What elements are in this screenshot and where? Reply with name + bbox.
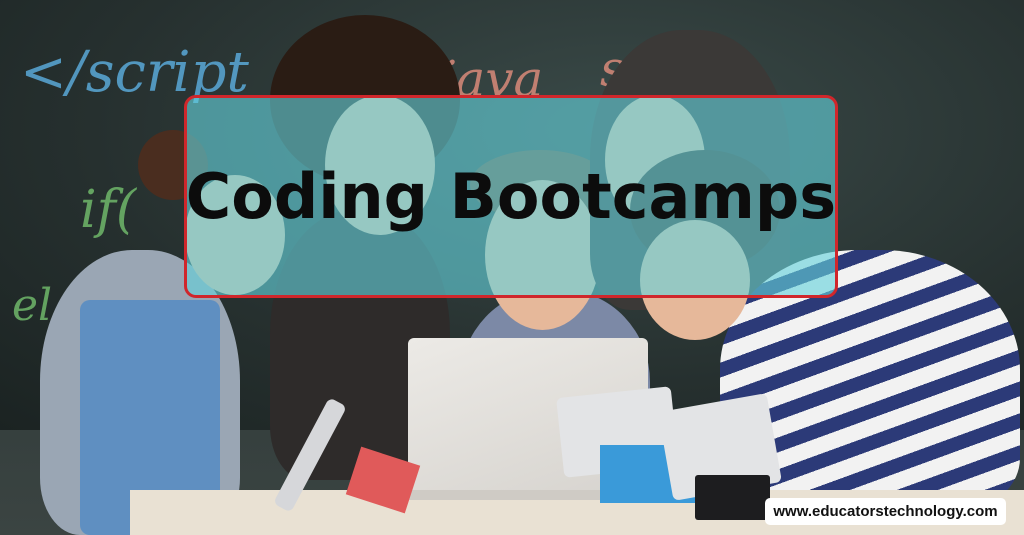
dark-device (695, 475, 770, 520)
page-title: Coding Bootcamps (185, 160, 837, 233)
chalk-el: el (12, 280, 53, 331)
banner-image: </script java script if( el Coding Bootc… (0, 0, 1024, 535)
chalk-if: if( (80, 180, 137, 240)
watermark-url: www.educatorstechnology.com (765, 498, 1006, 525)
